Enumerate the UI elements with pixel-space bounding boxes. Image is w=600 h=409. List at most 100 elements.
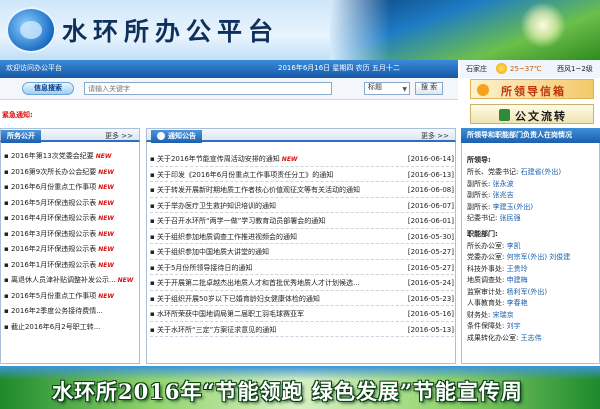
affairs-item-text: ▪ 2016年3月环保违规公示表 [4, 229, 97, 238]
notice-row[interactable]: ▪ 关于水环所“三定”方案征求意见的通知 [2016-05-13] [150, 322, 454, 337]
notice-list: ▪ 关于2016年节能宣传周活动安排的通知 NEW [2016-06-14] ▪ 关于… [150, 151, 454, 337]
affairs-item[interactable]: ▪ 2016年5月份重点工作事项 NEW [4, 292, 138, 308]
notice-title-link[interactable]: ▪ 水环所荣获中国地调局第二届职工羽毛球赛亚军 [150, 310, 390, 319]
leaders-section-title: 所领导: [467, 156, 491, 164]
notice-row[interactable]: ▪ 关于开展第二批卓越杰出地质人才和首批优秀地质人才计划候选... [2016-0… [150, 275, 454, 291]
new-badge: NEW [98, 199, 114, 207]
department-role: 财务处: [467, 310, 493, 319]
notice-title-link[interactable]: ▪ 关于5月份所领导接待日的通知 [150, 264, 390, 273]
affairs-item-text: ▪ 2016年2月环保违规公示表 [4, 245, 97, 253]
notice-row[interactable]: ▪ 关于组织参加中国地质大讲堂的通知 [2016-05-27] [150, 244, 454, 260]
notice-title: 通知公告 [151, 130, 202, 143]
search-button[interactable]: 搜 索 [415, 82, 443, 95]
affairs-item[interactable]: ▪ 2016第9次所长办公会纪要 NEW [4, 168, 138, 184]
notice-more-link[interactable]: 更多 >> [421, 132, 449, 141]
affairs-item[interactable]: ▪ 截止2016年6月2号职工转... [4, 323, 138, 339]
affairs-header: 所务公开 更多 >> [0, 128, 140, 143]
leader-row: 纪委书记: 张民强 [467, 214, 521, 223]
affairs-more-link[interactable]: 更多 >> [105, 132, 133, 141]
affairs-title: 所务公开 [1, 130, 41, 143]
site-title: 水环所办公平台 [62, 17, 280, 46]
notice-title-link[interactable]: ▪ 关于水环所“三定”方案征求意见的通知 [150, 326, 390, 335]
department-head-name[interactable]: 杨利军(外出) [507, 288, 547, 296]
affairs-item-text: ▪ 2016年2季度公务接待费情... [4, 307, 103, 315]
notice-row[interactable]: ▪ 关于转发开展新时期地质工作者核心价值观征文等有关活动的通知 [2016-06-… [150, 182, 454, 198]
notice-title-text: ▪ 关于组织开展50岁以下已婚育龄妇女健康体检的通知 [150, 294, 320, 303]
search-input[interactable] [84, 82, 332, 95]
leader-mailbox-banner[interactable]: 所领导信箱 [470, 79, 594, 99]
notice-title-link[interactable]: ▪ 关于印发《2016年6月份重点工作事项责任分工》的通知 [150, 171, 390, 180]
affairs-item[interactable]: ▪ 2016年第13次党委会纪要 NEW [4, 152, 138, 168]
notice-date: [2016-06-08] [407, 186, 454, 194]
doc-flow-button[interactable]: 公文流转 [470, 104, 594, 124]
notice-row[interactable]: ▪ 关于2016年节能宣传周活动安排的通知 NEW [2016-06-14] [150, 151, 454, 167]
affairs-list: ▪ 2016年第13次党委会纪要 NEW ▪ 2016第9次所长办公会纪要 NEW ▪ … [4, 152, 138, 338]
sun-icon [496, 63, 507, 74]
affairs-item[interactable]: ▪ 2016年5月环保违规公示表 NEW [4, 199, 138, 215]
leader-row: 所长、党委书记: 石建省(外出) [467, 168, 561, 177]
weather-wind: 西风1~2级 [557, 65, 593, 73]
department-head-name[interactable]: 刘宇 [507, 322, 521, 330]
notice-title-link[interactable]: ▪ 关于召开水环所“两学一做”学习教育动员部署会的通知 [150, 217, 390, 226]
affairs-item-text: ▪ 2016年6月份重点工作事项 [4, 183, 97, 191]
department-head-name[interactable]: 王志伟 [521, 334, 542, 342]
notice-title-link[interactable]: ▪ 关于组织参加地质调查工作推进视频会的通知 [150, 233, 390, 242]
notice-title-text: ▪ 关于水环所“三定”方案征求意见的通知 [150, 325, 277, 334]
affairs-item[interactable]: ▪ 2016年4月环保违规公示表 NEW [4, 214, 138, 230]
department-head-name[interactable]: 李春艳 [507, 299, 528, 307]
notice-title-link[interactable]: ▪ 关于组织开展50岁以下已婚育龄妇女健康体检的通知 [150, 295, 390, 304]
notice-title-text: ▪ 关于5月份所领导接待日的通知 [150, 263, 253, 272]
department-role: 监察审计处: [467, 287, 507, 296]
leaders-header: 所领导和职能部门负责人在岗情况 [461, 128, 600, 143]
notice-date: [2016-05-13] [407, 325, 454, 334]
affairs-item[interactable]: ▪ 2016年6月份重点工作事项 NEW [4, 183, 138, 199]
search-field-select[interactable]: 标题 ▼ [364, 82, 410, 95]
leader-name[interactable]: 张民强 [500, 214, 521, 222]
department-head-name[interactable]: 宋瑞京 [493, 311, 514, 319]
notice-row[interactable]: ▪ 关于印发《2016年6月份重点工作事项责任分工》的通知 [2016-06-13… [150, 167, 454, 182]
department-role: 成果转化办公室: [467, 333, 521, 342]
notice-title-text: ▪ 关于转发开展新时期地质工作者核心价值观征文等有关活动的通知 [150, 186, 360, 194]
notice-row[interactable]: ▪ 关于组织开展50岁以下已婚育龄妇女健康体检的通知 [2016-05-23] [150, 291, 454, 306]
department-head-name[interactable]: 李凯 [507, 242, 521, 250]
leader-name[interactable]: 张兆吉 [493, 191, 514, 199]
leader-role: 所长、党委书记: [467, 168, 521, 176]
date-display: 2016年6月16日 星期四 农历 五月十二 [278, 64, 400, 72]
affairs-item-text: ▪ 2016年4月环保违规公示表 [4, 214, 97, 222]
department-role: 条件保障处: [467, 322, 507, 330]
notice-row[interactable]: ▪ 关于组织参加地质调查工作推进视频会的通知 [2016-05-30] [150, 229, 454, 244]
leader-name[interactable]: 李建玉(外出) [493, 203, 533, 211]
energy-week-banner[interactable]: 水环所2016年“节能领跑 绿色发展”节能宣传周 [0, 366, 600, 409]
notice-title-link[interactable]: ▪ 关于组织参加中国地质大讲堂的通知 [150, 248, 390, 257]
energy-week-slogan: 水环所2016年“节能领跑 绿色发展”节能宣传周 [52, 379, 523, 404]
affairs-item[interactable]: ▪ 2016年1月环保违规公示表 NEW [4, 261, 138, 277]
leader-name[interactable]: 石建省(外出) [521, 168, 561, 176]
document-icon [499, 109, 510, 121]
affairs-item-text: ▪ 2016年5月份重点工作事项 [4, 291, 97, 300]
department-head-name[interactable]: 王贵玲 [507, 265, 528, 273]
notice-title-link[interactable]: ▪ 关于举办医疗卫生救护知识培训的通知 [150, 202, 390, 211]
affairs-item[interactable]: ▪ 2016年2月环保违规公示表 NEW [4, 245, 138, 261]
leader-name[interactable]: 张永波 [493, 180, 514, 188]
department-head-name[interactable]: 申建梅 [507, 276, 528, 284]
notice-date: [2016-06-07] [407, 201, 454, 210]
leader-role: 纪委书记: [467, 214, 500, 222]
top-info-bar: 欢迎访问办公平台 2016年6月16日 星期四 农历 五月十二 [0, 60, 458, 78]
affairs-item[interactable]: ▪ 离退休人员津补贴调整补发公示... NEW [4, 276, 138, 292]
department-row: 人事教育处: 李春艳 [467, 299, 528, 308]
notice-title-link[interactable]: ▪ 关于开展第二批卓越杰出地质人才和首批优秀地质人才计划候选... [150, 279, 390, 288]
notice-title-link[interactable]: ▪ 关于转发开展新时期地质工作者核心价值观征文等有关活动的通知 [150, 186, 390, 195]
notice-row[interactable]: ▪ 关于5月份所领导接待日的通知 [2016-05-27] [150, 260, 454, 275]
department-head-name[interactable]: 何宗军(外出) 刘俊建 [507, 253, 571, 261]
department-row: 地质调查处: 申建梅 [467, 276, 528, 285]
urgent-notice-label: 紧急通知: [2, 111, 33, 119]
chevron-down-icon: ▼ [402, 86, 407, 93]
notice-row[interactable]: ▪ 关于召开水环所“两学一做”学习教育动员部署会的通知 [2016-06-01] [150, 213, 454, 229]
notice-row[interactable]: ▪ 水环所荣获中国地调局第二届职工羽毛球赛亚军 [2016-05-16] [150, 306, 454, 322]
notice-row[interactable]: ▪ 关于举办医疗卫生救护知识培训的通知 [2016-06-07] [150, 198, 454, 213]
notice-title-link[interactable]: ▪ 关于2016年节能宣传周活动安排的通知 NEW [150, 155, 390, 164]
affairs-item[interactable]: ▪ 2016年2季度公务接待费情... [4, 307, 138, 323]
notice-date: [2016-05-24] [407, 279, 454, 287]
affairs-item[interactable]: ▪ 2016年3月环保违规公示表 NEW [4, 230, 138, 246]
affairs-item-text: ▪ 2016年第13次党委会纪要 [4, 152, 94, 160]
